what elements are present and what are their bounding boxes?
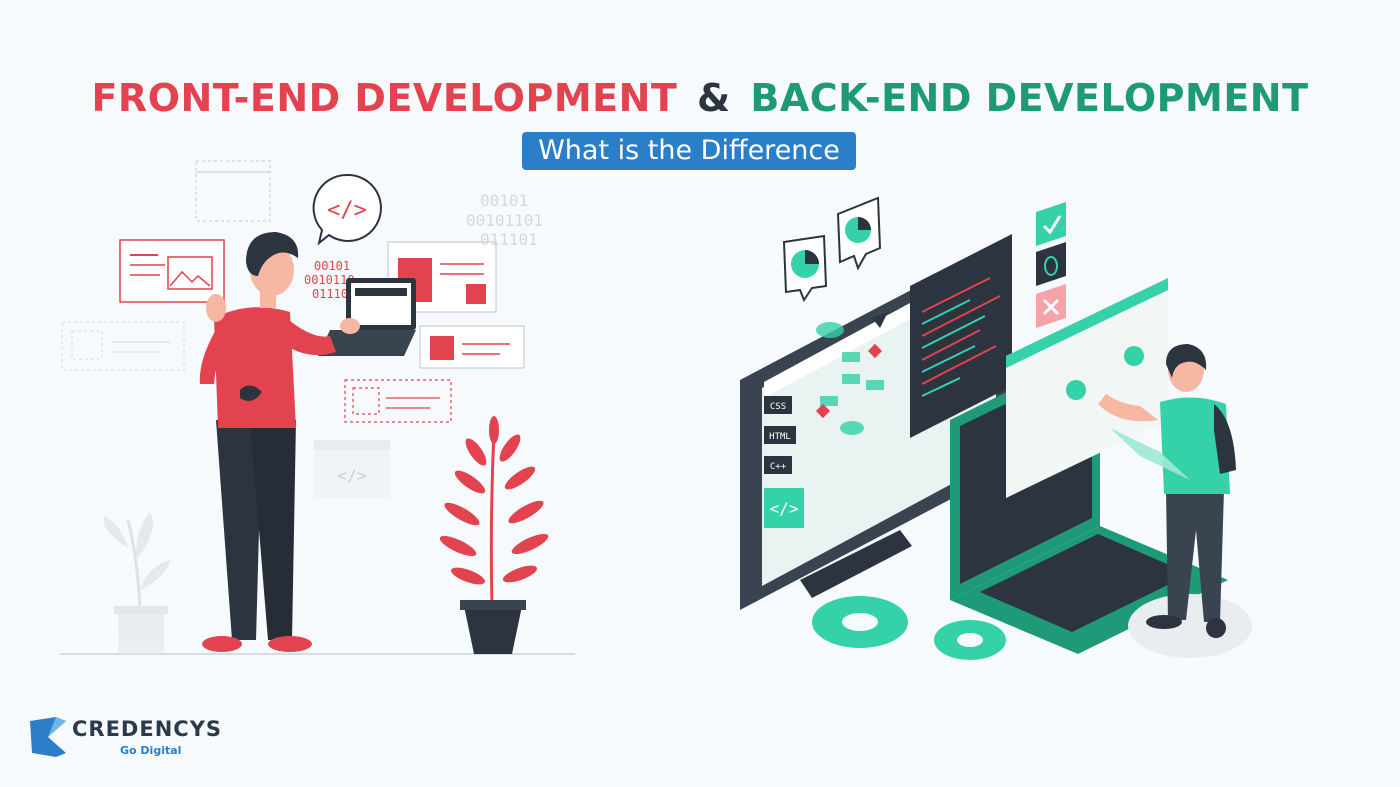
svg-text:00101: 00101 <box>480 191 528 210</box>
tech-labels: CSS HTML C++ <box>764 396 796 474</box>
code-tag-back: </> <box>770 499 799 518</box>
svg-text:00101101: 00101101 <box>466 211 543 230</box>
gear-icon-large <box>812 596 908 648</box>
svg-text:011101: 011101 <box>480 230 538 249</box>
brand-logo: CREDENCYS Go Digital <box>26 713 221 763</box>
cpp-label: C++ <box>770 462 787 472</box>
logo-mark-icon <box>30 717 66 757</box>
pie-chart-bubble-1 <box>782 234 828 303</box>
html-label: HTML <box>769 432 791 442</box>
bug-icon <box>1036 242 1066 286</box>
checkmark-icon <box>1036 202 1066 246</box>
gear-icon-small <box>934 620 1006 660</box>
error-x-icon <box>1036 284 1066 328</box>
brand-name: CREDENCYS <box>72 717 223 741</box>
pie-chart-bubble-2 <box>836 196 882 271</box>
css-label: CSS <box>770 402 786 412</box>
brand-tagline: Go Digital <box>120 744 182 757</box>
binary-text-back: 00101 00101101 011101 <box>466 191 543 249</box>
back-end-illustration: 00101 00101101 011101 CSS HTML C++ </> <box>466 191 1252 660</box>
